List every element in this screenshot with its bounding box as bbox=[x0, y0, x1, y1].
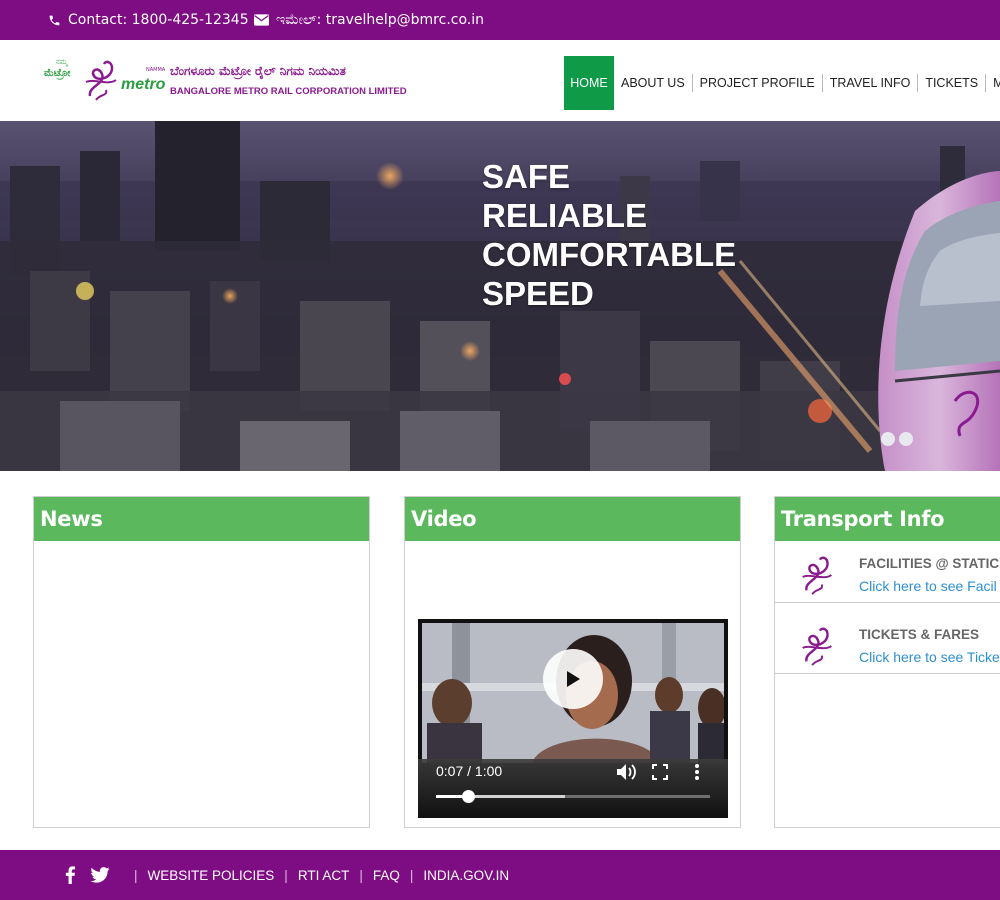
play-icon bbox=[567, 671, 580, 687]
video-time-label: 0:07 / 1:00 bbox=[436, 763, 503, 779]
transport-item-link[interactable]: Click here to see Ticke bbox=[859, 649, 1000, 665]
news-panel-title: News bbox=[34, 497, 369, 541]
footer-link-india-gov[interactable]: INDIA.GOV.IN bbox=[423, 868, 509, 883]
phone-icon bbox=[49, 15, 60, 25]
hero-tagline: SAFE RELIABLE COMFORTABLE SPEED bbox=[482, 157, 736, 313]
footer-link-rti-act[interactable]: RTI ACT bbox=[298, 868, 350, 883]
video-controls: 0:07 / 1:00 bbox=[418, 759, 728, 818]
transport-item-link[interactable]: Click here to see Facil bbox=[859, 578, 997, 594]
nav-project-profile[interactable]: PROJECT PROFILE bbox=[691, 74, 822, 92]
contact-info[interactable]: Contact: 1800-425-12345 bbox=[48, 0, 249, 40]
metro-logo-icon bbox=[802, 627, 832, 666]
logo-metro-word: metro bbox=[121, 76, 166, 93]
envelope-icon bbox=[254, 14, 269, 26]
email-info[interactable]: ಇಮೇಲ್: travelhelp@bmrc.co.in bbox=[254, 0, 484, 40]
logo-namma-english: NAMMA bbox=[146, 67, 166, 73]
footer-separator: | bbox=[409, 867, 414, 883]
more-options-icon[interactable] bbox=[694, 763, 700, 781]
hero-line-speed: SPEED bbox=[482, 275, 594, 312]
transport-panel-title: Transport Info bbox=[775, 497, 1000, 541]
logo-title-kannada: ಬೆಂಗಳೂರು ಮೆಟ್ರೋ ರೈಲ್ ನಿಗಮ ನಿಯಮಿತ bbox=[170, 64, 346, 78]
metro-logo-mark-icon bbox=[85, 60, 117, 101]
bmrc-logo[interactable]: ನಮ್ಮ ಮೆಟ್ರೋ NAMMA metro ಬೆಂಗಳೂರು ಮೆಟ್ರೋ … bbox=[42, 56, 407, 108]
site-header: ನಮ್ಮ ಮೆಟ್ರೋ NAMMA metro ಬೆಂಗಳೂರು ಮೆಟ್ರೋ … bbox=[0, 40, 1000, 121]
metro-logo-icon bbox=[802, 556, 832, 595]
hero-line-reliable: RELIABLE bbox=[482, 197, 647, 234]
main-nav: HOME ABOUT US PROJECT PROFILE TRAVEL INF… bbox=[564, 56, 1000, 110]
nav-home[interactable]: HOME bbox=[564, 56, 614, 110]
hero-line-safe: SAFE bbox=[482, 158, 571, 195]
transport-item-title: FACILITIES @ STATIC bbox=[859, 556, 1000, 571]
logo-title-english: BANGALORE METRO RAIL CORPORATION LIMITED bbox=[170, 86, 407, 97]
site-footer: | WEBSITE POLICIES | RTI ACT | FAQ | IND… bbox=[0, 850, 1000, 900]
volume-icon[interactable] bbox=[616, 763, 638, 781]
twitter-icon bbox=[90, 867, 110, 883]
twitter-link[interactable] bbox=[90, 867, 110, 883]
nav-about-us[interactable]: ABOUT US bbox=[614, 74, 692, 92]
transport-info-panel: Transport Info FACILITIES @ STATIC Click… bbox=[774, 496, 1000, 828]
nav-metro[interactable]: METRO bbox=[985, 74, 1000, 92]
news-panel: News bbox=[33, 496, 370, 828]
transport-item-facilities[interactable]: FACILITIES @ STATIC Click here to see Fa… bbox=[775, 542, 1000, 603]
footer-link-faq[interactable]: FAQ bbox=[373, 868, 400, 883]
footer-separator: | bbox=[134, 867, 138, 883]
logo-namma-kannada: ನಮ್ಮ bbox=[56, 58, 68, 66]
hero-line-comfortable: COMFORTABLE bbox=[482, 236, 737, 273]
transport-item-tickets[interactable]: TICKETS & FARES Click here to see Ticke bbox=[775, 613, 1000, 674]
facebook-icon bbox=[65, 866, 76, 884]
top-contact-bar: Contact: 1800-425-12345 ಇಮೇಲ್: travelhel… bbox=[0, 0, 1000, 40]
video-player[interactable]: 0:07 / 1:00 bbox=[418, 619, 728, 818]
video-panel-title: Video bbox=[405, 497, 740, 541]
footer-link-website-policies[interactable]: WEBSITE POLICIES bbox=[148, 868, 275, 883]
transport-item-title: TICKETS & FARES bbox=[859, 627, 980, 642]
contact-label: Contact: 1800-425-12345 bbox=[68, 12, 249, 28]
hero-banner: SAFE RELIABLE COMFORTABLE SPEED bbox=[0, 121, 1000, 471]
nav-tickets[interactable]: TICKETS bbox=[917, 74, 985, 92]
logo-kannada-metro: ಮೆಟ್ರೋ bbox=[44, 68, 71, 79]
fullscreen-icon[interactable] bbox=[652, 764, 668, 780]
video-play-button[interactable] bbox=[543, 649, 603, 709]
video-panel: Video 0:07 / 1:00 bbox=[404, 496, 741, 828]
footer-separator: | bbox=[359, 867, 363, 883]
video-scrubber-handle[interactable] bbox=[462, 790, 476, 803]
facebook-link[interactable] bbox=[64, 866, 76, 884]
video-progress-bar[interactable] bbox=[436, 790, 710, 803]
nav-travel-info[interactable]: TRAVEL INFO bbox=[821, 74, 918, 92]
footer-separator: | bbox=[284, 867, 288, 883]
email-label: ಇಮೇಲ್: travelhelp@bmrc.co.in bbox=[276, 12, 485, 28]
